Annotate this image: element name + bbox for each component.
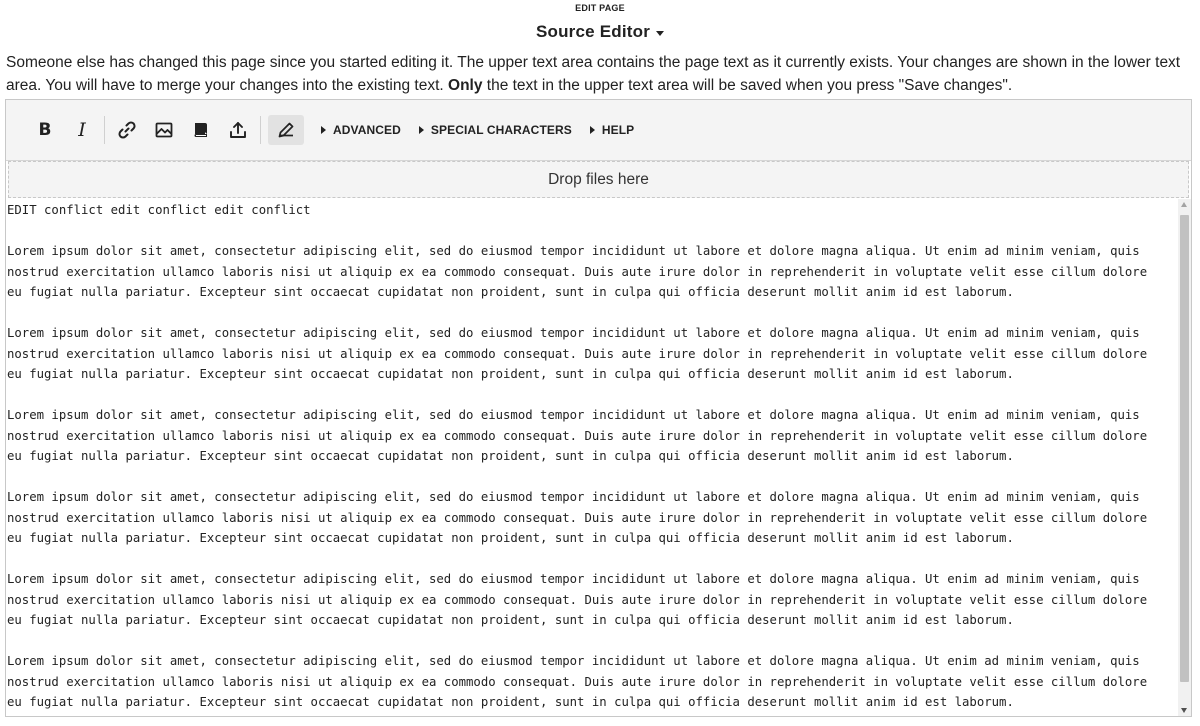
edit-page-label: EDIT PAGE [575, 3, 625, 13]
book-icon [194, 123, 207, 137]
text-line: Lorem ipsum dolor sit amet, consectetur … [7, 326, 1140, 340]
text-line: eu fugiat nulla pariatur. Excepteur sint… [7, 449, 1014, 463]
triangle-right-icon [321, 126, 326, 134]
bold-icon: B [38, 120, 52, 140]
source-editor: B I ADVANCED SPECIAL CHARACTERS HELP Dro… [5, 99, 1192, 717]
scrollbar-thumb[interactable] [1180, 215, 1189, 682]
notice-bold-text: Only [448, 77, 483, 94]
chevron-down-icon[interactable] [656, 31, 665, 36]
text-line: eu fugiat nulla pariatur. Excepteur sint… [7, 367, 1014, 381]
vertical-scrollbar[interactable] [1178, 199, 1191, 716]
link-button[interactable] [112, 115, 142, 145]
page-title[interactable]: Source Editor [536, 22, 650, 42]
text-line: Lorem ipsum dolor sit amet, consectetur … [7, 654, 1140, 668]
upload-button[interactable] [223, 115, 253, 145]
text-line [7, 631, 1177, 652]
text-line: Lorem ipsum dolor sit amet, consectetur … [7, 490, 1140, 504]
triangle-right-icon [418, 126, 424, 134]
toolbar-divider [104, 116, 105, 144]
text-line [7, 385, 1177, 406]
help-label: HELP [601, 123, 635, 137]
text-line: nostrud exercitation ullamco laboris nis… [7, 674, 1148, 689]
triangle-right-icon [589, 126, 595, 134]
text-line: Lorem ipsum dolor sit amet, consectetur … [7, 572, 1140, 586]
text-line [7, 303, 1177, 324]
italic-button[interactable]: I [67, 115, 97, 145]
edit-conflict-notice: Someone else has changed this page since… [6, 51, 1196, 97]
text-line [7, 549, 1177, 570]
toolbar-divider [260, 116, 261, 144]
page-text-area[interactable]: EDIT conflict edit conflict edit conflic… [6, 199, 1191, 716]
text-line: eu fugiat nulla pariatur. Excepteur sint… [7, 285, 1014, 299]
page-header: EDIT PAGE Source Editor [0, 0, 1200, 43]
text-line: EDIT conflict edit conflict edit conflic… [7, 203, 311, 217]
text-line: nostrud exercitation ullamco laboris nis… [7, 428, 1148, 443]
text-line [7, 467, 1177, 488]
image-button[interactable] [149, 115, 179, 145]
bold-button[interactable]: B [30, 115, 60, 145]
pencil-icon [278, 122, 294, 138]
text-line [7, 221, 1177, 242]
drop-zone-label: Drop files here [548, 170, 649, 188]
image-icon [155, 122, 173, 138]
book-button[interactable] [186, 115, 216, 145]
text-line: eu fugiat nulla pariatur. Excepteur sint… [7, 531, 1014, 545]
text-line: nostrud exercitation ullamco laboris nis… [7, 510, 1148, 525]
advanced-menu-toggle[interactable]: ADVANCED [321, 123, 401, 137]
text-line: eu fugiat nulla pariatur. Excepteur sint… [7, 695, 1014, 709]
editor-toolbar: B I ADVANCED SPECIAL CHARACTERS HELP [6, 100, 1191, 161]
text-line: nostrud exercitation ullamco laboris nis… [7, 264, 1148, 279]
text-line: Lorem ipsum dolor sit amet, consectetur … [7, 408, 1140, 422]
advanced-label: ADVANCED [333, 123, 401, 137]
edit-mode-button[interactable] [268, 115, 304, 145]
text-line: eu fugiat nulla pariatur. Excepteur sint… [7, 613, 1014, 627]
special-characters-toggle[interactable]: SPECIAL CHARACTERS [418, 123, 572, 137]
italic-icon: I [78, 119, 86, 141]
text-line: nostrud exercitation ullamco laboris nis… [7, 346, 1148, 361]
text-line: Lorem ipsum dolor sit amet, consectetur … [7, 244, 1140, 258]
scroll-up-arrow-icon[interactable] [1181, 202, 1187, 207]
help-toggle[interactable]: HELP [589, 123, 635, 137]
editor-mode-selector[interactable]: Source Editor [0, 21, 1200, 43]
special-characters-label: SPECIAL CHARACTERS [430, 123, 572, 137]
file-drop-zone[interactable]: Drop files here [8, 161, 1189, 198]
text-line: nostrud exercitation ullamco laboris nis… [7, 592, 1148, 607]
upload-icon [230, 122, 246, 138]
notice-text-2: the text in the upper text area will be … [482, 77, 1013, 94]
page-text-content[interactable]: EDIT conflict edit conflict edit conflic… [7, 200, 1177, 713]
scroll-down-arrow-icon[interactable] [1181, 708, 1187, 713]
link-icon [118, 121, 136, 139]
